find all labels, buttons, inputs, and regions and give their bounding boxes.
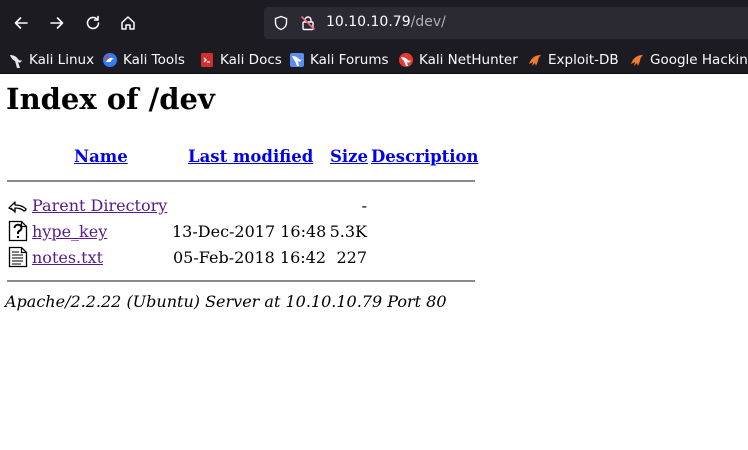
kali-tools-icon [103, 53, 117, 67]
bookmark-kali-linux[interactable]: Kali Linux [8, 50, 94, 70]
bookmark-label: Kali NetHunter [419, 52, 518, 68]
bookmark-label: Kali Linux [29, 52, 95, 68]
exploit-db-icon [529, 55, 541, 66]
bookmark-kali-nethunter[interactable]: Kali NetHunter [398, 50, 518, 70]
server-signature: Apache/2.2.22 (Ubuntu) Server at 10.10.1… [5, 292, 447, 311]
header-divider [7, 180, 475, 182]
reload-button[interactable] [79, 9, 107, 37]
footer-divider [7, 280, 475, 282]
bookmark-label: Kali Docs [220, 52, 282, 68]
unknown-file-icon[interactable] [8, 220, 28, 242]
url-bar[interactable]: 10.10.10.79/dev/ [264, 7, 748, 39]
row-name-link[interactable]: hype_key [32, 222, 107, 241]
bookmark-google-hacking[interactable]: Google Hacking [629, 50, 748, 70]
insecure-lock-icon[interactable] [300, 15, 316, 31]
browser-toolbar: 10.10.10.79/dev/ [0, 0, 748, 46]
url-text[interactable]: 10.10.10.79/dev/ [326, 14, 446, 30]
arrow-right-icon [50, 17, 64, 29]
url-host: 10.10.10.79 [326, 14, 411, 30]
bookmark-label: Kali Tools [123, 52, 185, 68]
forward-button[interactable] [43, 9, 71, 37]
url-path: /dev/ [410, 14, 446, 30]
row-name-link[interactable]: Parent Directory [32, 196, 167, 215]
kali-nethunter-icon [399, 53, 413, 67]
bookmark-label: Exploit-DB [548, 52, 619, 68]
kali-dragon-icon [10, 55, 22, 68]
row-modified: 05-Feb-2018 16:42 [173, 248, 327, 267]
home-icon [121, 16, 135, 30]
column-header-last-modified[interactable]: Last modified [188, 147, 313, 166]
home-button[interactable] [114, 9, 142, 37]
back-arrow-icon[interactable] [8, 194, 28, 216]
column-header-size[interactable]: Size [330, 147, 368, 166]
bookmark-kali-forums[interactable]: Kali Forums [289, 50, 389, 70]
page-content: Index of /dev Name Last modified Size De… [0, 75, 748, 450]
bookmark-kali-tools[interactable]: Kali Tools [102, 50, 185, 70]
bookmark-exploit-db[interactable]: Exploit-DB [527, 50, 619, 70]
shield-icon[interactable] [273, 15, 289, 31]
kali-docs-icon [201, 53, 213, 67]
row-modified: 13-Dec-2017 16:48 [172, 222, 327, 241]
row-size: 5.3K [329, 222, 367, 241]
bookmark-label: Kali Forums [310, 52, 389, 68]
bookmark-label: Google Hacking [650, 52, 748, 68]
column-header-description[interactable]: Description [371, 147, 479, 166]
back-button[interactable] [7, 9, 35, 37]
bookmarks-toolbar: Kali Linux Kali Tools Kali Docs Kali For… [0, 46, 748, 74]
row-size: - [361, 196, 367, 215]
column-header-name[interactable]: Name [74, 147, 128, 166]
bookmark-kali-docs[interactable]: Kali Docs [199, 50, 282, 70]
kali-forums-icon [290, 53, 304, 67]
arrow-left-icon [14, 17, 28, 29]
page-title: Index of /dev [6, 82, 215, 116]
google-hacking-icon [631, 55, 643, 66]
reload-icon [86, 15, 100, 30]
text-file-icon[interactable] [8, 246, 28, 268]
row-size: 227 [336, 248, 367, 267]
row-name-link[interactable]: notes.txt [32, 248, 103, 267]
